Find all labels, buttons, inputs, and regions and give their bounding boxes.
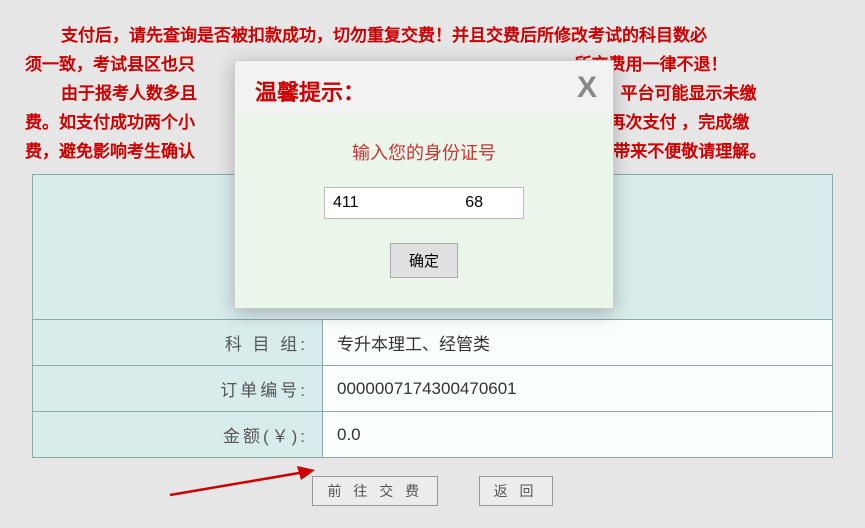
- notice-text: 费。如支付成功两个小: [25, 113, 195, 132]
- confirm-button[interactable]: 确定: [390, 243, 458, 278]
- amount-label: 金额(￥):: [33, 412, 323, 458]
- subject-group-value: 专升本理工、经管类: [323, 320, 833, 366]
- id-input-modal: 温馨提示： X 输入您的身份证号 确定: [234, 60, 614, 309]
- modal-message: 输入您的身份证号: [255, 139, 593, 165]
- notice-text: 须一致，考试县区也只: [25, 55, 195, 74]
- notice-text: 由于报考人数多且: [61, 84, 197, 103]
- back-button[interactable]: 返 回: [479, 476, 553, 506]
- id-number-input[interactable]: [324, 187, 524, 219]
- close-icon[interactable]: X: [577, 71, 597, 105]
- amount-value: 0.0: [323, 412, 833, 458]
- subject-group-label: 科 目 组:: [33, 320, 323, 366]
- order-number-label: 订单编号:: [33, 366, 323, 412]
- notice-text: 费，避免影响考生确认: [25, 142, 195, 161]
- go-to-pay-button[interactable]: 前 往 交 费: [312, 476, 438, 506]
- modal-title: 温馨提示：: [255, 80, 365, 105]
- order-number-value: 0000007174300470601: [323, 366, 833, 412]
- notice-text: 支付后，请先查询是否被扣款成功，切勿重复交费！并且交费后所修改考试的科目数必: [61, 26, 707, 45]
